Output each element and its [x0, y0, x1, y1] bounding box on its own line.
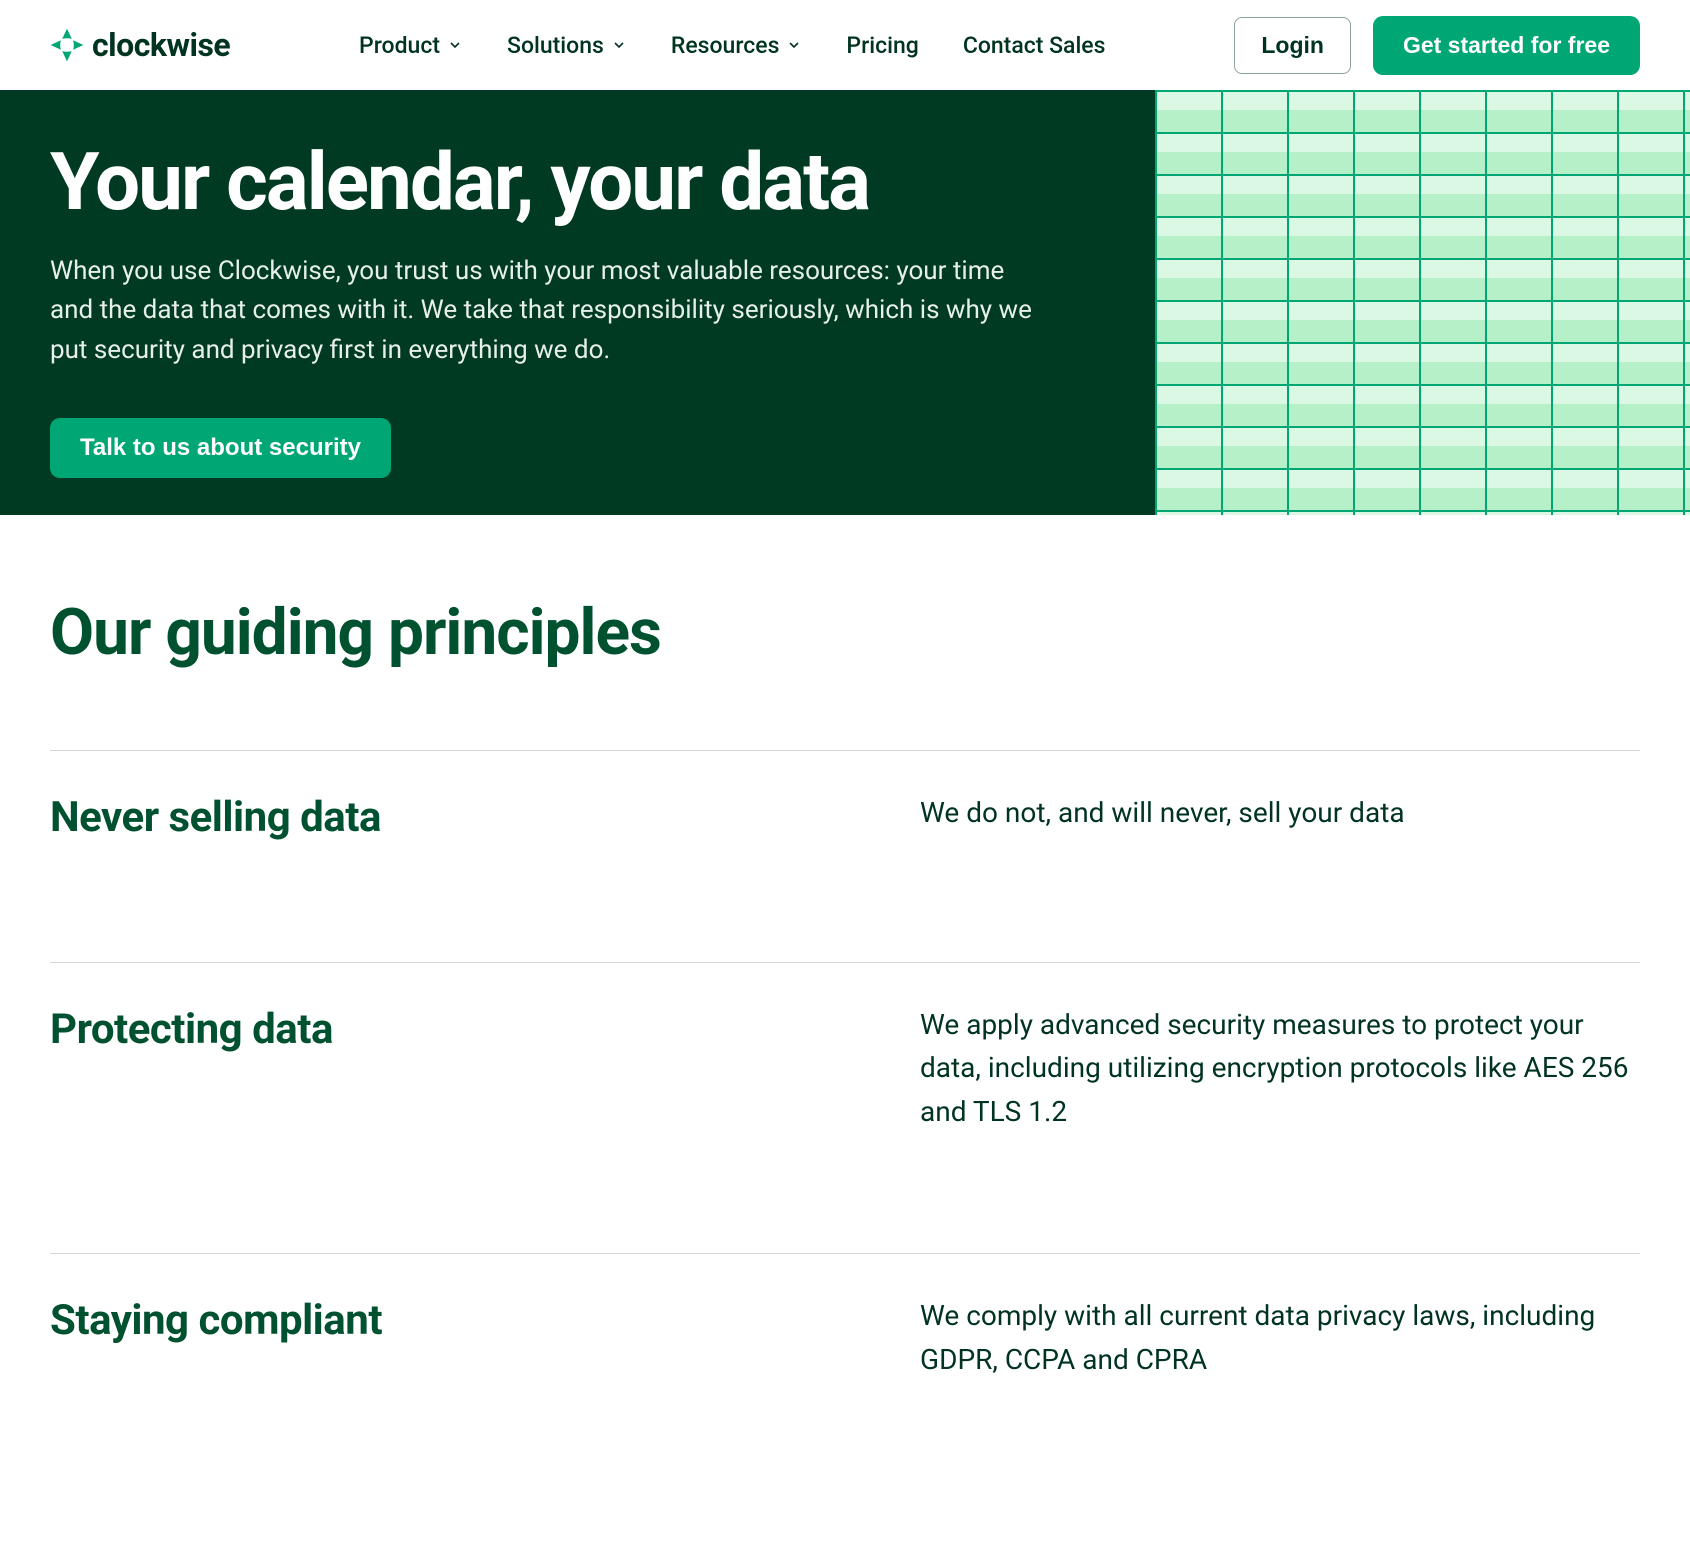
nav-item-label: Pricing	[846, 32, 918, 59]
brand-name: clockwise	[92, 26, 230, 64]
nav-item-product[interactable]: Product	[359, 32, 463, 59]
nav-item-solutions[interactable]: Solutions	[507, 32, 627, 59]
principle-row: Never selling data We do not, and will n…	[50, 750, 1640, 962]
hero-calendar-grid-illustration	[1155, 90, 1690, 515]
chevron-down-icon	[611, 32, 627, 59]
chevron-down-icon	[786, 32, 802, 59]
nav-right: Login Get started for free	[1234, 16, 1640, 75]
brand-logo[interactable]: clockwise	[50, 26, 230, 64]
nav-center: Product Solutions Resources Pricing Cont…	[359, 32, 1105, 59]
principle-title: Staying compliant	[50, 1294, 860, 1381]
principle-body: We do not, and will never, sell your dat…	[920, 791, 1640, 842]
principle-row: Protecting data We apply advanced securi…	[50, 962, 1640, 1253]
hero-subtitle: When you use Clockwise, you trust us wit…	[50, 252, 1050, 371]
hero-content: Your calendar, your data When you use Cl…	[0, 90, 1155, 515]
principle-title: Protecting data	[50, 1003, 860, 1133]
nav-item-label: Solutions	[507, 32, 604, 59]
talk-security-button[interactable]: Talk to us about security	[50, 418, 391, 478]
nav-item-resources[interactable]: Resources	[671, 32, 803, 59]
nav-item-contact-sales[interactable]: Contact Sales	[963, 32, 1106, 59]
nav-item-label: Contact Sales	[963, 32, 1106, 59]
principle-body: We comply with all current data privacy …	[920, 1294, 1640, 1381]
clockwise-logo-icon	[50, 28, 84, 62]
nav-item-label: Resources	[671, 32, 780, 59]
hero: Your calendar, your data When you use Cl…	[0, 90, 1690, 515]
chevron-down-icon	[447, 32, 463, 59]
top-nav: clockwise Product Solutions Resources Pr…	[0, 0, 1690, 90]
nav-item-label: Product	[359, 32, 440, 59]
principle-title: Never selling data	[50, 791, 860, 842]
get-started-button[interactable]: Get started for free	[1373, 16, 1640, 75]
nav-item-pricing[interactable]: Pricing	[846, 32, 918, 59]
nav-left: clockwise	[50, 26, 230, 64]
hero-title: Your calendar, your data	[50, 142, 1105, 224]
principle-body: We apply advanced security measures to p…	[920, 1003, 1640, 1133]
guiding-principles-section: Our guiding principles Never selling dat…	[0, 515, 1690, 1561]
principle-row: Staying compliant We comply with all cur…	[50, 1253, 1640, 1501]
section-heading: Our guiding principles	[50, 595, 1640, 670]
login-button[interactable]: Login	[1234, 17, 1351, 74]
